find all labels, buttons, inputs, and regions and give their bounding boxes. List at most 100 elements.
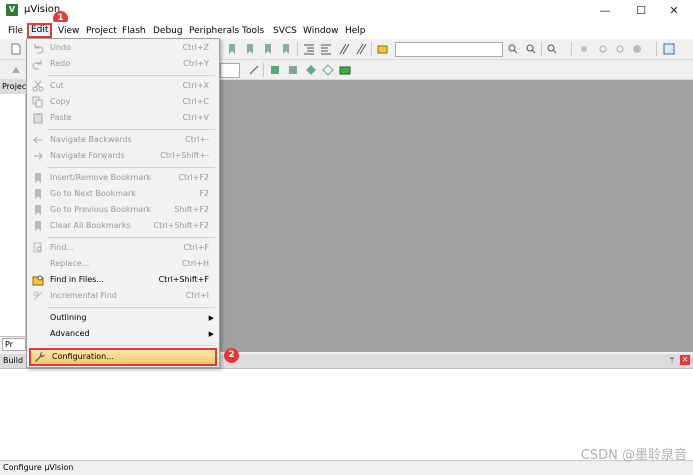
title-bar: V µVision — ☐ ✕ bbox=[0, 0, 693, 22]
new-file-icon[interactable] bbox=[10, 43, 22, 55]
pack-installer-icon[interactable] bbox=[322, 64, 334, 76]
green-gem-icon[interactable] bbox=[339, 64, 351, 76]
undo-icon bbox=[34, 44, 44, 54]
bookmark-clear-icon[interactable] bbox=[280, 43, 292, 55]
indent-icon[interactable] bbox=[303, 43, 315, 55]
options-icon[interactable] bbox=[248, 64, 260, 76]
menu-item-navigate-backwards[interactable]: Navigate Backwards Ctrl+- bbox=[29, 132, 217, 148]
toolbar-separator bbox=[263, 63, 264, 77]
cut-icon bbox=[32, 80, 44, 92]
menu-edit[interactable]: Edit bbox=[27, 23, 53, 38]
bookmark-next-icon[interactable] bbox=[262, 43, 274, 55]
paste-icon bbox=[33, 113, 43, 124]
bookmark-next-icon bbox=[35, 189, 41, 199]
menu-item-outlining[interactable]: Outlining ▶ bbox=[29, 310, 217, 326]
pin-icon[interactable]: ᛘ bbox=[667, 355, 677, 366]
bookmark-clear-icon bbox=[35, 221, 41, 231]
annotation-badge-2: 2 bbox=[224, 348, 239, 363]
submenu-arrow-icon: ▶ bbox=[208, 314, 214, 322]
menu-item-redo[interactable]: Redo Ctrl+Y bbox=[29, 56, 217, 72]
menu-item-replace[interactable]: Replace... Ctrl+H bbox=[29, 256, 217, 272]
tab-project[interactable]: Pr bbox=[2, 338, 26, 351]
breakpoint-kill-icon[interactable] bbox=[614, 43, 626, 55]
breakpoint-disable-icon[interactable] bbox=[597, 43, 609, 55]
incremental-find-icon bbox=[33, 291, 43, 301]
menu-separator bbox=[47, 129, 215, 130]
translate-icon[interactable] bbox=[10, 64, 22, 76]
toolbar-separator bbox=[297, 42, 298, 56]
app-logo-icon: V bbox=[6, 4, 18, 16]
bookmark-prev-icon bbox=[35, 205, 41, 215]
menu-debug[interactable]: Debug bbox=[151, 24, 185, 38]
menu-item-advanced[interactable]: Advanced ▶ bbox=[29, 326, 217, 342]
find-in-files-icon[interactable] bbox=[377, 43, 389, 55]
project-pane: Project bbox=[0, 80, 26, 350]
find-icon bbox=[33, 242, 42, 253]
breakpoint-icon[interactable] bbox=[578, 43, 590, 55]
uncomment-icon[interactable] bbox=[355, 43, 367, 55]
comment-icon[interactable] bbox=[338, 43, 350, 55]
editor-area bbox=[220, 80, 693, 352]
menu-item-paste[interactable]: Paste Ctrl+V bbox=[29, 110, 217, 126]
close-button[interactable]: ✕ bbox=[652, 0, 693, 22]
menu-view[interactable]: View bbox=[56, 24, 81, 38]
toolbar-separator bbox=[371, 42, 372, 56]
menu-tools[interactable]: Tools bbox=[240, 24, 266, 38]
incremental-find-icon[interactable] bbox=[525, 43, 537, 55]
menu-item-configuration[interactable]: Configuration... bbox=[29, 348, 217, 366]
find-icon[interactable] bbox=[507, 43, 519, 55]
manage-components-icon[interactable] bbox=[269, 64, 281, 76]
menu-item-undo[interactable]: Undo Ctrl+Z bbox=[29, 40, 217, 56]
menu-separator bbox=[47, 307, 215, 308]
menu-item-copy[interactable]: Copy Ctrl+C bbox=[29, 94, 217, 110]
unindent-icon[interactable] bbox=[320, 43, 332, 55]
file-extensions-icon[interactable] bbox=[287, 64, 299, 76]
menu-item-find[interactable]: Find... Ctrl+F bbox=[29, 240, 217, 256]
find-combo[interactable] bbox=[395, 42, 503, 57]
menu-separator bbox=[47, 75, 215, 76]
copy-icon bbox=[32, 96, 43, 108]
panel-close-icon[interactable]: ✕ bbox=[680, 355, 690, 365]
debug-settings-icon[interactable] bbox=[631, 43, 643, 55]
menu-peripherals[interactable]: Peripherals bbox=[187, 24, 241, 38]
diamond-icon[interactable] bbox=[305, 64, 317, 76]
arrow-left-icon bbox=[33, 136, 42, 144]
toolbar-separator bbox=[571, 42, 572, 56]
bookmark-prev-icon[interactable] bbox=[244, 43, 256, 55]
zoom-icon[interactable] bbox=[546, 43, 558, 55]
menu-item-next-bookmark[interactable]: Go to Next Bookmark F2 bbox=[29, 186, 217, 202]
menu-separator bbox=[47, 345, 215, 346]
toolbar-separator bbox=[656, 42, 657, 56]
menu-item-incremental-find[interactable]: Incremental Find Ctrl+I bbox=[29, 288, 217, 304]
menu-item-previous-bookmark[interactable]: Go to Previous Bookmark Shift+F2 bbox=[29, 202, 217, 218]
menu-project[interactable]: Project bbox=[84, 24, 119, 38]
window-layout-icon[interactable] bbox=[663, 43, 675, 55]
wrench-icon bbox=[35, 351, 46, 362]
bookmark-icon[interactable] bbox=[226, 43, 238, 55]
find-in-files-icon bbox=[32, 275, 44, 286]
menu-item-clear-bookmarks[interactable]: Clear All Bookmarks Ctrl+Shift+F2 bbox=[29, 218, 217, 234]
watermark: CSDN @墨聆泉音 bbox=[580, 448, 687, 463]
menu-separator bbox=[47, 167, 215, 168]
bookmark-icon bbox=[35, 173, 41, 183]
edit-menu-dropdown: Undo Ctrl+Z Redo Ctrl+Y Cut Ctrl+X Copy … bbox=[26, 38, 220, 368]
uvision-window: V µVision — ☐ ✕ 1 File Edit View Project… bbox=[0, 0, 693, 475]
toolbar-separator bbox=[541, 42, 542, 56]
target-combo[interactable] bbox=[220, 63, 240, 78]
menu-item-insert-remove-bookmark[interactable]: Insert/Remove Bookmark Ctrl+F2 bbox=[29, 170, 217, 186]
menu-flash[interactable]: Flash bbox=[120, 24, 148, 38]
project-tabstrip: Pr bbox=[0, 336, 26, 352]
menu-file[interactable]: File bbox=[6, 24, 25, 38]
project-pane-title: Project bbox=[0, 80, 26, 94]
menu-help[interactable]: Help bbox=[343, 24, 368, 38]
menu-window[interactable]: Window bbox=[301, 24, 341, 38]
menu-item-navigate-forwards[interactable]: Navigate Forwards Ctrl+Shift+- bbox=[29, 148, 217, 164]
menu-svcs[interactable]: SVCS bbox=[271, 24, 299, 38]
arrow-right-icon bbox=[34, 152, 43, 160]
menu-separator bbox=[47, 237, 215, 238]
submenu-arrow-icon: ▶ bbox=[208, 330, 214, 338]
menu-item-cut[interactable]: Cut Ctrl+X bbox=[29, 78, 217, 94]
menu-item-find-in-files[interactable]: Find in Files... Ctrl+Shift+F bbox=[29, 272, 217, 288]
redo-icon bbox=[32, 60, 42, 70]
menu-bar: File Edit View Project Flash Debug Perip… bbox=[0, 22, 693, 39]
